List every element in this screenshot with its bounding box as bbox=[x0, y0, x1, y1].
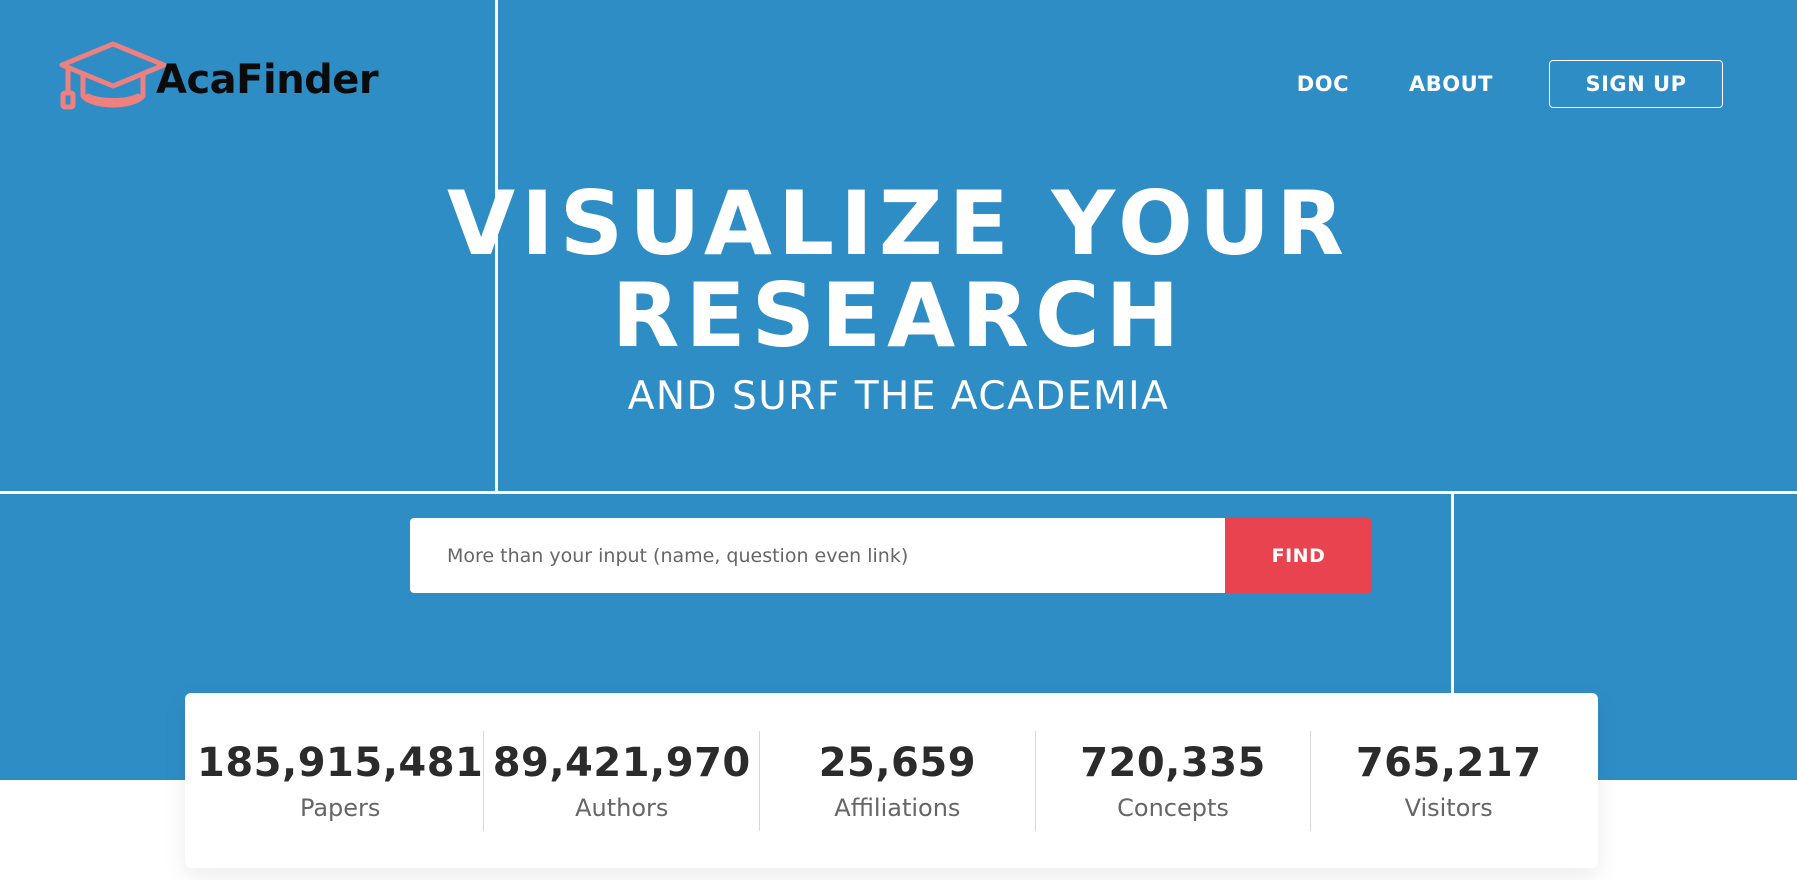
stat-label: Affiliations bbox=[834, 793, 961, 822]
stat-label: Visitors bbox=[1404, 793, 1493, 822]
stat-value: 765,217 bbox=[1355, 739, 1542, 786]
stat-value: 720,335 bbox=[1080, 739, 1266, 786]
stat-visitors: 765,217 Visitors bbox=[1311, 731, 1586, 831]
stat-concepts: 720,335 Concepts bbox=[1036, 730, 1312, 831]
stat-value: 25,659 bbox=[818, 739, 977, 786]
stat-value: 89,421,970 bbox=[492, 739, 751, 786]
hero-title-line-1: VISUALIZE YOUR bbox=[446, 172, 1351, 275]
nav-about-link[interactable]: ABOUT bbox=[1409, 72, 1493, 96]
stats-panel: 185,915,481 Papers 89,421,970 Authors 25… bbox=[185, 693, 1598, 868]
stat-affiliations: 25,659 Affiliations bbox=[760, 730, 1036, 831]
stat-label: Concepts bbox=[1117, 793, 1229, 822]
stat-value: 185,915,481 bbox=[197, 739, 484, 786]
stat-papers: 185,915,481 Papers bbox=[197, 730, 485, 831]
hero-section: AcaFinder DOC ABOUT SIGN UP VISUALIZE YO… bbox=[0, 0, 1797, 780]
graduation-cap-icon bbox=[59, 41, 167, 110]
logo[interactable]: AcaFinder bbox=[58, 36, 379, 116]
top-nav: DOC ABOUT SIGN UP bbox=[1297, 60, 1723, 108]
find-button[interactable]: FIND bbox=[1225, 518, 1372, 593]
hero-title-line-2: RESEARCH bbox=[611, 264, 1186, 367]
signup-button[interactable]: SIGN UP bbox=[1549, 60, 1723, 108]
nav-doc-link[interactable]: DOC bbox=[1297, 72, 1349, 96]
brand-name: AcaFinder bbox=[156, 57, 379, 103]
decorative-line bbox=[0, 491, 1797, 494]
stat-authors: 89,421,970 Authors bbox=[484, 730, 761, 831]
hero-title: VISUALIZE YOUR RESEARCH bbox=[0, 178, 1797, 362]
search-bar: FIND bbox=[410, 518, 1372, 593]
search-input[interactable] bbox=[410, 518, 1225, 593]
hero-subtitle: AND SURF THE ACADEMIA bbox=[627, 374, 1170, 419]
stat-label: Authors bbox=[575, 793, 669, 822]
stat-label: Papers bbox=[299, 793, 381, 822]
